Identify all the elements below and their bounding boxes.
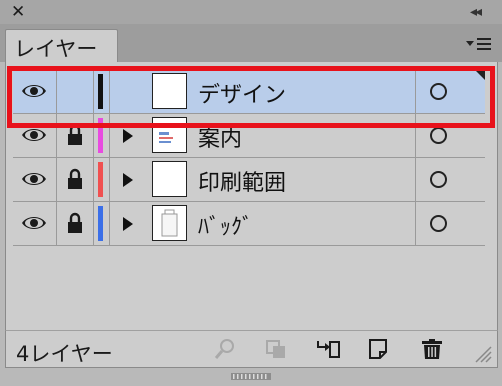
target-circle-icon[interactable] [430, 215, 447, 232]
expand-triangle-icon[interactable] [123, 129, 133, 143]
close-icon[interactable]: ✕ [11, 1, 25, 23]
tab-layers-label: レイヤー [14, 37, 98, 61]
target-circle-icon[interactable] [430, 171, 447, 188]
panel-footer: 4レイヤー [5, 330, 498, 368]
layer-count: 4レイヤー [16, 342, 113, 366]
layer-thumbnail [152, 161, 187, 197]
thumbnail-bag-icon [161, 209, 178, 237]
visibility-eye-icon[interactable] [21, 214, 47, 232]
expand-triangle-icon[interactable] [123, 217, 133, 231]
layer-color-indicator [98, 206, 103, 241]
create-sublayer-icon[interactable] [316, 338, 340, 360]
layer-row-bag[interactable]: ﾊﾞｯｸﾞ [13, 202, 485, 246]
tab-layers[interactable]: レイヤー [5, 29, 118, 63]
lock-icon[interactable] [68, 168, 82, 190]
make-clipping-mask-icon[interactable] [264, 338, 288, 360]
layer-name[interactable]: ﾊﾞｯｸﾞ [198, 209, 253, 241]
delete-icon[interactable] [420, 338, 444, 360]
panel-title-bar [0, 0, 502, 24]
panel-drag-handle-icon[interactable] [231, 373, 271, 380]
collapse-icon[interactable]: ◂◂ [470, 1, 482, 23]
target-circle-icon[interactable] [430, 127, 447, 144]
lock-icon[interactable] [68, 212, 82, 234]
resize-grip-icon[interactable] [474, 345, 492, 363]
create-new-layer-icon[interactable] [367, 338, 391, 360]
layer-thumbnail [152, 205, 187, 241]
panel-menu-icon[interactable] [462, 33, 496, 55]
locate-object-icon[interactable] [213, 338, 237, 360]
highlight-box [7, 66, 495, 128]
layer-color-indicator [98, 162, 103, 197]
expand-triangle-icon[interactable] [123, 173, 133, 187]
visibility-eye-icon[interactable] [21, 126, 47, 144]
layer-name[interactable]: 印刷範囲 [198, 165, 286, 197]
visibility-eye-icon[interactable] [21, 170, 47, 188]
layer-row-print-area[interactable]: 印刷範囲 [13, 158, 485, 202]
